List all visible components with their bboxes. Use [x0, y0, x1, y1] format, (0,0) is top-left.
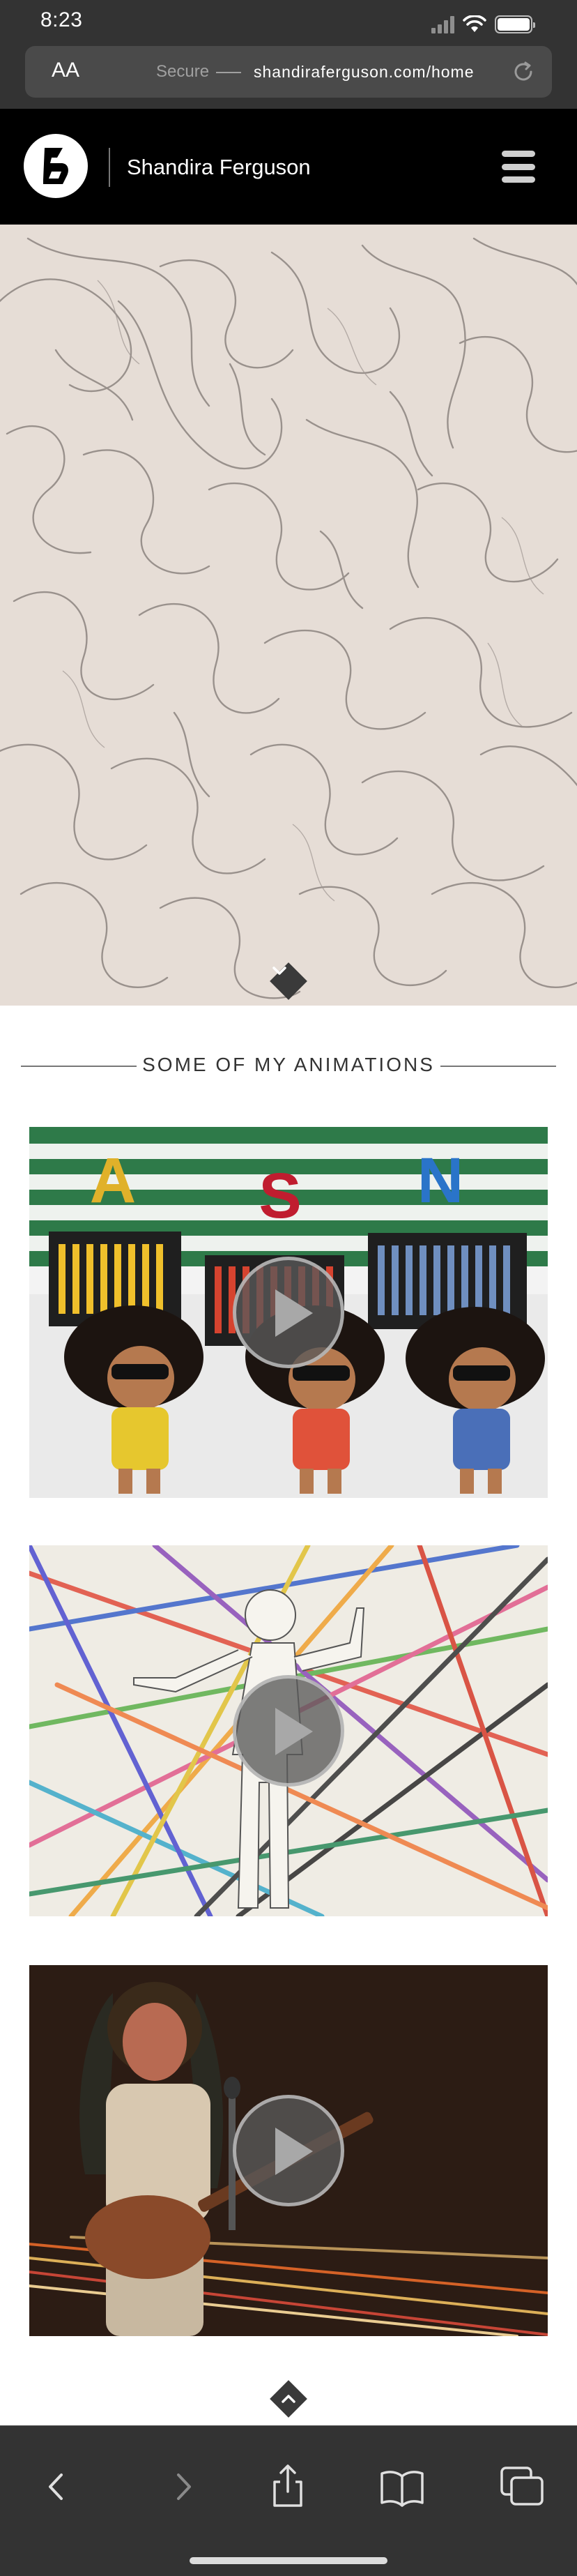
title-rule-right [440, 1066, 556, 1067]
play-icon [275, 1289, 313, 1337]
play-icon [275, 1708, 313, 1755]
letter-a: A [90, 1145, 136, 1216]
back-arrow-icon[interactable] [33, 2462, 82, 2511]
address-bar[interactable]: AA Secure shandiraferguson.com/home [25, 46, 552, 98]
url-host: shandiraferguson.com/home [254, 63, 475, 81]
logo-mark-icon [25, 135, 86, 197]
section-header: SOME OF MY ANIMATIONS [21, 1052, 556, 1079]
scroll-down-button[interactable] [270, 962, 307, 1000]
letter-n: N [417, 1145, 463, 1216]
status-time: 8:23 [40, 8, 83, 31]
video-card[interactable] [29, 1545, 548, 1916]
header-divider [109, 148, 110, 187]
site-logo[interactable] [24, 134, 88, 198]
site-header: Shandira Ferguson [0, 109, 577, 225]
home-indicator [190, 2557, 387, 2564]
chevron-up-icon [282, 2395, 295, 2403]
url-separator [216, 72, 241, 73]
hamburger-menu-icon[interactable] [502, 151, 535, 183]
browser-top-bar: 8:23 AA Secure shandiraferguson.com/home [0, 0, 577, 109]
scroll-to-top-button[interactable] [270, 2380, 307, 2418]
status-icons [431, 15, 535, 33]
browser-toolbar [0, 2425, 577, 2576]
forward-arrow-icon[interactable] [157, 2462, 206, 2511]
battery-icon [495, 15, 535, 33]
chevron-down-icon [272, 967, 286, 975]
text-size-button[interactable]: AA [52, 59, 79, 82]
pencil-sketch-illustration [0, 237, 577, 999]
play-button[interactable] [233, 1675, 344, 1787]
page: 8:23 AA Secure shandiraferguson.com/home [0, 0, 577, 2576]
cellular-signal-icon [431, 15, 454, 33]
site-name[interactable]: Shandira Ferguson [127, 155, 311, 180]
reload-icon[interactable] [510, 59, 537, 85]
video-card[interactable]: A S N [29, 1127, 548, 1498]
play-button[interactable] [233, 1257, 344, 1368]
section-title: SOME OF MY ANIMATIONS [142, 1054, 435, 1075]
play-icon [275, 2128, 313, 2175]
letter-s: S [259, 1160, 301, 1232]
video-card[interactable] [29, 1965, 548, 2336]
share-icon[interactable] [263, 2462, 312, 2511]
wifi-icon [463, 15, 486, 32]
text-size-label: AA [52, 59, 80, 82]
hero-image [0, 225, 577, 1006]
book-icon[interactable] [378, 2462, 426, 2511]
secure-label: Secure [156, 62, 210, 81]
tabs-icon[interactable] [498, 2462, 546, 2511]
play-button[interactable] [233, 2095, 344, 2206]
